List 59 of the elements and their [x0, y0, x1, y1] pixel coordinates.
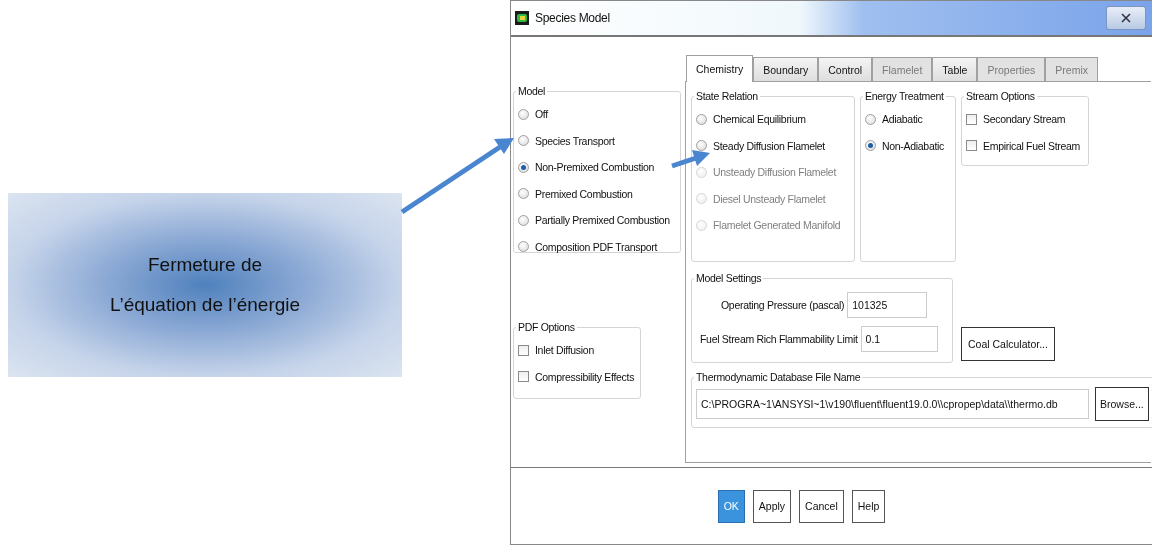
window-title: Species Model	[535, 11, 610, 25]
radio-label: Species Transport	[535, 134, 615, 147]
radio-label: Chemical Equilibrium	[713, 113, 806, 126]
radio-button[interactable]	[865, 140, 876, 152]
radio-label: Adiabatic	[882, 113, 923, 126]
group-title: Stream Options	[965, 90, 1036, 102]
dialog-button[interactable]: Help	[851, 489, 886, 523]
tab[interactable]: Control	[818, 57, 873, 81]
checkbox[interactable]	[966, 113, 977, 125]
radio-button[interactable]	[518, 214, 529, 226]
radio-label: Composition PDF Transport	[535, 240, 658, 253]
radio-button[interactable]	[518, 161, 529, 173]
close-icon	[1121, 13, 1131, 23]
annotation-text: Fermeture de	[147, 254, 262, 276]
field-label: Operating Pressure (pascal)	[721, 299, 845, 311]
group-title: PDF Options	[517, 321, 576, 333]
radio-label: Partially Premixed Combustion	[535, 214, 670, 227]
radio-label: Premixed Combustion	[535, 187, 633, 200]
tab[interactable]: Boundary	[753, 57, 819, 81]
group-title: Model Settings	[695, 272, 763, 284]
browse-button[interactable]: Browse...	[1095, 387, 1149, 421]
group-title: Model	[517, 85, 547, 97]
radio-label: Flamelet Generated Manifold	[713, 219, 841, 232]
radio-button[interactable]	[518, 241, 529, 253]
radio-button[interactable]	[518, 108, 529, 120]
group-title: Energy Treatment	[864, 90, 945, 102]
radio-label: Diesel Unsteady Flamelet	[713, 192, 826, 205]
radio-button[interactable]	[696, 113, 707, 125]
checkbox[interactable]	[518, 371, 529, 383]
checkbox-label: Secondary Stream	[983, 113, 1066, 126]
app-icon	[515, 11, 529, 25]
field-label: Fuel Stream Rich Flammability Limit	[700, 333, 858, 345]
checkbox-label: Inlet Diffusion	[535, 344, 594, 357]
radio-label: Non-Premixed Combustion	[535, 161, 655, 174]
radio-button[interactable]	[865, 113, 876, 125]
radio-label: Unsteady Diffusion Flamelet	[713, 166, 837, 179]
dialog-button[interactable]: Apply	[752, 489, 792, 523]
group-title: State Relation	[695, 90, 759, 102]
radio-label: Non-Adiabatic	[882, 139, 945, 152]
checkbox[interactable]	[966, 140, 977, 152]
radio-button[interactable]	[518, 135, 529, 147]
close-button[interactable]	[1106, 6, 1146, 30]
group-title: Thermodynamic Database File Name	[695, 371, 862, 383]
dialog-button[interactable]: Cancel	[799, 489, 844, 523]
radio-button[interactable]	[696, 140, 707, 152]
radio-label: Steady Diffusion Flamelet	[713, 139, 825, 152]
radio-button[interactable]	[518, 188, 529, 200]
input-field[interactable]: 101325	[847, 292, 928, 318]
arrow	[671, 150, 710, 169]
checkbox-label: Compressibility Effects	[535, 370, 635, 383]
file-path-field[interactable]: C:\PROGRA~1\ANSYSI~1\v190\fluent\fluent19.0.0\\cpropep\data\\thermo.db	[696, 389, 1089, 419]
coal-calculator-button[interactable]: Coal Calculator...	[961, 327, 1055, 361]
checkbox[interactable]	[518, 344, 529, 356]
radio-label: Off	[535, 108, 548, 121]
annotation-text: L’équation de l’énergie	[109, 294, 301, 316]
tab[interactable]: Table	[932, 57, 978, 81]
checkbox-label: Empirical Fuel Stream	[983, 139, 1080, 152]
tab[interactable]: Chemistry	[686, 55, 754, 82]
input-field[interactable]: 0.1	[860, 326, 938, 352]
